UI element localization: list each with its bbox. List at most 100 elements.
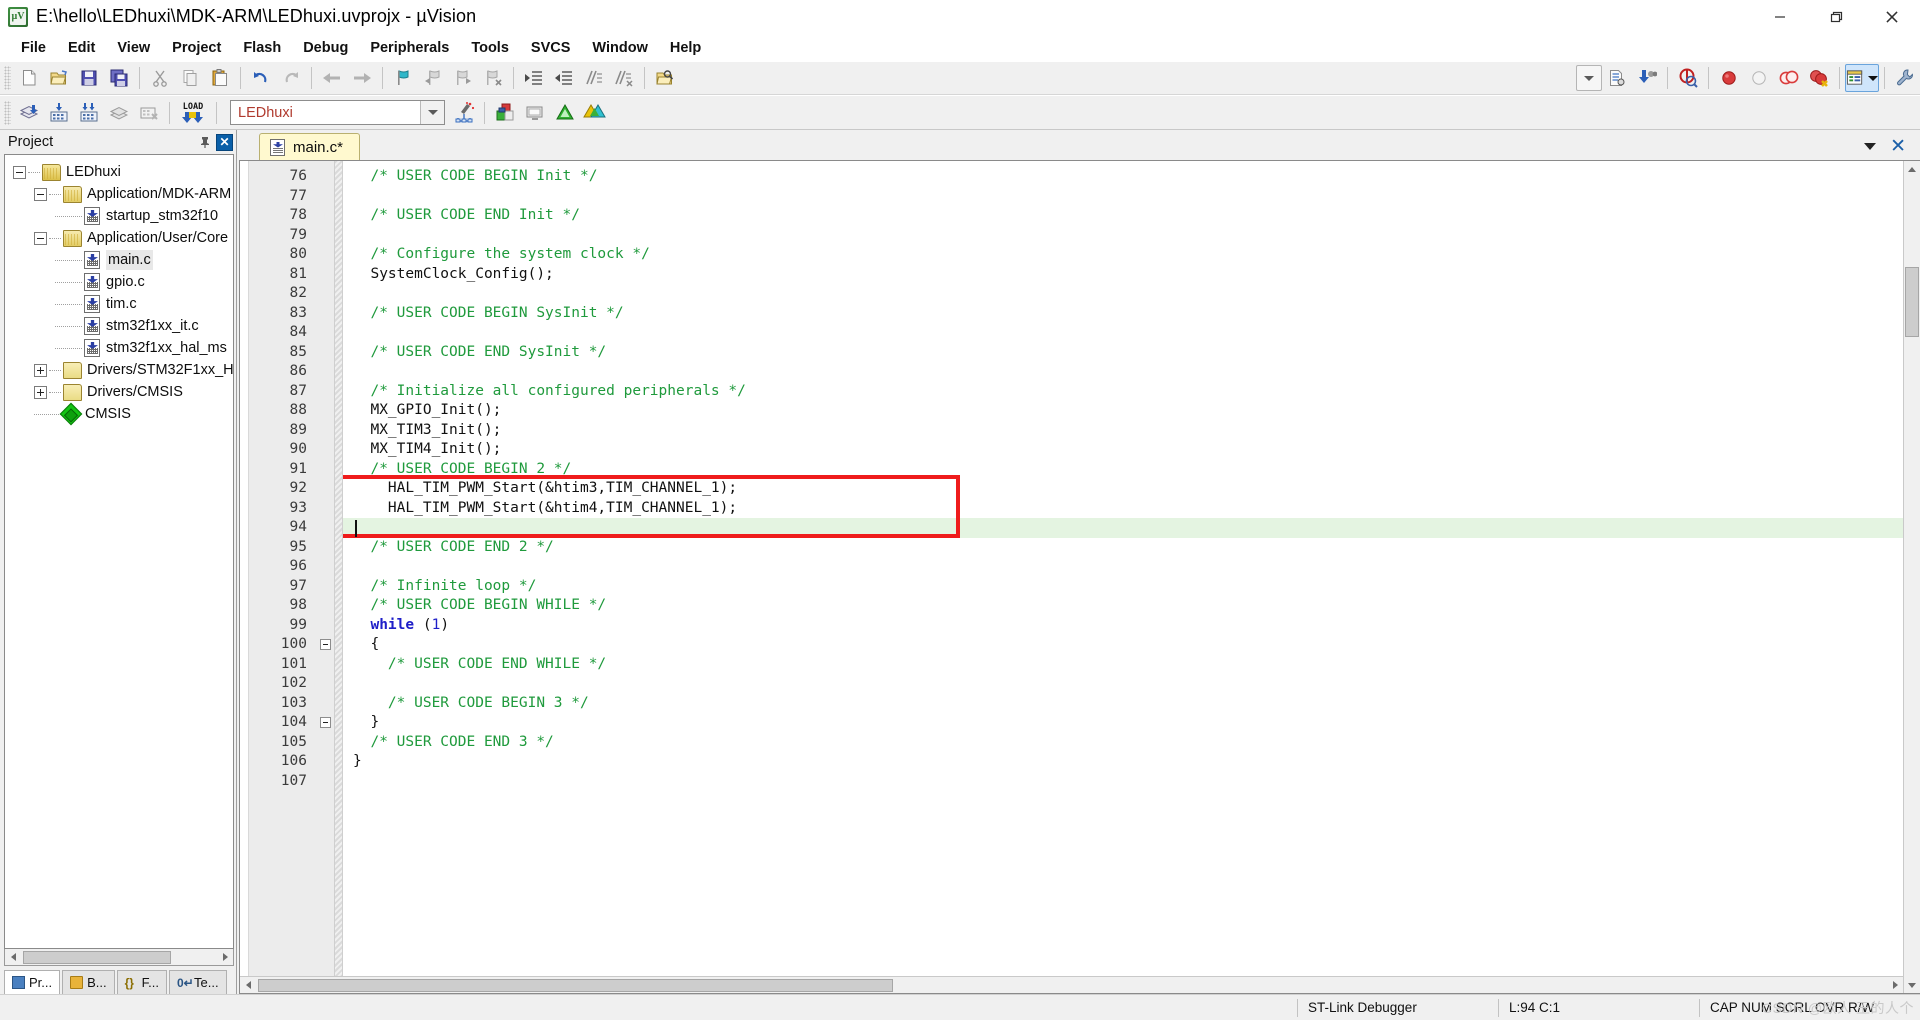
doc-tab-main-c[interactable]: main.c* bbox=[259, 133, 360, 160]
breakpoints-disable-all-icon[interactable] bbox=[1774, 64, 1804, 92]
code-line[interactable] bbox=[343, 557, 1903, 577]
save-all-icon[interactable] bbox=[104, 64, 134, 92]
code-line[interactable]: /* USER CODE END 2 */ bbox=[343, 538, 1903, 558]
combo-dropdown-icon[interactable] bbox=[1576, 65, 1602, 91]
cube-mx-icon[interactable] bbox=[580, 99, 610, 127]
code-line[interactable]: /* USER CODE BEGIN 2 */ bbox=[343, 460, 1903, 480]
menu-view[interactable]: View bbox=[106, 37, 161, 59]
start-debug-icon[interactable] bbox=[1673, 64, 1703, 92]
chevron-down-icon[interactable] bbox=[1864, 143, 1876, 150]
collapse-icon[interactable] bbox=[34, 188, 47, 201]
vscroll-thumb[interactable] bbox=[1905, 267, 1919, 337]
expand-icon[interactable] bbox=[34, 364, 47, 377]
manage-windows-icon[interactable] bbox=[1845, 64, 1879, 92]
toolbar-grip[interactable] bbox=[4, 101, 11, 125]
scroll-left-icon[interactable] bbox=[240, 978, 256, 993]
maximize-restore-button[interactable] bbox=[1808, 0, 1864, 34]
tree-item[interactable]: Drivers/CMSIS bbox=[7, 381, 233, 403]
manage-runtime-env-icon[interactable] bbox=[520, 99, 550, 127]
code-editor[interactable]: 7677787980818283848586878889909192939495… bbox=[239, 160, 1920, 994]
code-line[interactable] bbox=[343, 226, 1903, 246]
code-line[interactable]: /* USER CODE END WHILE */ bbox=[343, 655, 1903, 675]
hscroll-track[interactable] bbox=[256, 978, 1887, 993]
code-line[interactable]: /* USER CODE BEGIN SysInit */ bbox=[343, 304, 1903, 324]
code-line[interactable] bbox=[343, 772, 1903, 792]
code-line[interactable]: /* Infinite loop */ bbox=[343, 577, 1903, 597]
outdent-icon[interactable] bbox=[549, 64, 579, 92]
code-line[interactable]: /* USER CODE BEGIN 3 */ bbox=[343, 694, 1903, 714]
comment-icon[interactable] bbox=[579, 64, 609, 92]
hscroll-track[interactable] bbox=[21, 950, 217, 965]
download-icon[interactable]: LOAD bbox=[175, 99, 211, 127]
navigate-forward-icon[interactable] bbox=[347, 64, 377, 92]
target-selector[interactable]: LEDhuxi bbox=[230, 100, 445, 125]
code-line[interactable]: /* Configure the system clock */ bbox=[343, 245, 1903, 265]
bookmark-column[interactable] bbox=[240, 161, 249, 976]
build-target-icon[interactable] bbox=[44, 99, 74, 127]
bookmark-toggle-icon[interactable] bbox=[388, 64, 418, 92]
stop-build-icon[interactable] bbox=[134, 99, 164, 127]
code-line[interactable]: /* USER CODE END 3 */ bbox=[343, 733, 1903, 753]
code-line[interactable]: MX_TIM4_Init(); bbox=[343, 440, 1903, 460]
tree-item[interactable]: stm32f1xx_hal_ms bbox=[7, 337, 233, 359]
menu-file[interactable]: File bbox=[10, 37, 57, 59]
fold-toggle-icon[interactable] bbox=[320, 717, 331, 728]
menu-peripherals[interactable]: Peripherals bbox=[359, 37, 460, 59]
project-tree[interactable]: LEDhuxiApplication/MDK-ARMstartup_stm32f… bbox=[4, 154, 234, 949]
undo-icon[interactable] bbox=[246, 64, 276, 92]
tree-item[interactable]: stm32f1xx_it.c bbox=[7, 315, 233, 337]
menu-window[interactable]: Window bbox=[581, 37, 658, 59]
code-line[interactable]: } bbox=[343, 713, 1903, 733]
bookmark-next-icon[interactable] bbox=[448, 64, 478, 92]
code-line[interactable]: } bbox=[343, 752, 1903, 772]
code-line[interactable]: MX_GPIO_Init(); bbox=[343, 401, 1903, 421]
code-line[interactable]: while (1) bbox=[343, 616, 1903, 636]
tab-templates[interactable]: 0↵ Te... bbox=[169, 970, 227, 994]
menu-debug[interactable]: Debug bbox=[292, 37, 359, 59]
tab-books[interactable]: B... bbox=[62, 970, 115, 994]
code-line[interactable] bbox=[343, 518, 1903, 538]
tree-item[interactable]: LEDhuxi bbox=[7, 161, 233, 183]
bookmark-clear-icon[interactable] bbox=[478, 64, 508, 92]
pack-installer-icon[interactable] bbox=[550, 99, 580, 127]
menu-svcs[interactable]: SVCS bbox=[520, 37, 582, 59]
tree-item[interactable]: CMSIS bbox=[7, 403, 233, 425]
scroll-right-icon[interactable] bbox=[217, 950, 233, 965]
editor-hscrollbar[interactable] bbox=[240, 976, 1903, 993]
close-button[interactable] bbox=[1864, 0, 1920, 34]
code-line[interactable]: SystemClock_Config(); bbox=[343, 265, 1903, 285]
code-line[interactable]: /* USER CODE END Init */ bbox=[343, 206, 1903, 226]
close-icon[interactable]: ✕ bbox=[1890, 137, 1906, 156]
minimize-button[interactable] bbox=[1752, 0, 1808, 34]
navigate-back-icon[interactable] bbox=[317, 64, 347, 92]
find-document-icon[interactable] bbox=[1602, 64, 1632, 92]
download-binoculars-icon[interactable] bbox=[1632, 64, 1662, 92]
vscroll-track[interactable] bbox=[1904, 177, 1920, 977]
open-file-icon[interactable] bbox=[44, 64, 74, 92]
code-line[interactable]: HAL_TIM_PWM_Start(&htim4,TIM_CHANNEL_1); bbox=[343, 499, 1903, 519]
menu-help[interactable]: Help bbox=[659, 37, 712, 59]
new-file-icon[interactable] bbox=[14, 64, 44, 92]
hscroll-thumb[interactable] bbox=[23, 951, 171, 964]
collapse-icon[interactable] bbox=[34, 232, 47, 245]
breakpoint-icon[interactable] bbox=[1714, 64, 1744, 92]
breakpoint-disable-icon[interactable] bbox=[1744, 64, 1774, 92]
tree-item[interactable]: main.c bbox=[7, 249, 233, 271]
code-line[interactable]: { bbox=[343, 635, 1903, 655]
chevron-down-icon[interactable] bbox=[420, 101, 444, 124]
close-icon[interactable]: ✕ bbox=[216, 134, 233, 151]
code-line[interactable] bbox=[343, 323, 1903, 343]
collapse-icon[interactable] bbox=[13, 166, 26, 179]
copy-icon[interactable] bbox=[175, 64, 205, 92]
indent-icon[interactable] bbox=[519, 64, 549, 92]
code-line[interactable]: MX_TIM3_Init(); bbox=[343, 421, 1903, 441]
tree-item[interactable]: Application/User/Core bbox=[7, 227, 233, 249]
code-folding-column[interactable] bbox=[317, 161, 334, 976]
code-line[interactable] bbox=[343, 362, 1903, 382]
code-line[interactable] bbox=[343, 187, 1903, 207]
paste-icon[interactable] bbox=[205, 64, 235, 92]
code-line[interactable] bbox=[343, 284, 1903, 304]
tree-item[interactable]: Application/MDK-ARM bbox=[7, 183, 233, 205]
menu-flash[interactable]: Flash bbox=[232, 37, 292, 59]
rebuild-icon[interactable] bbox=[74, 99, 104, 127]
